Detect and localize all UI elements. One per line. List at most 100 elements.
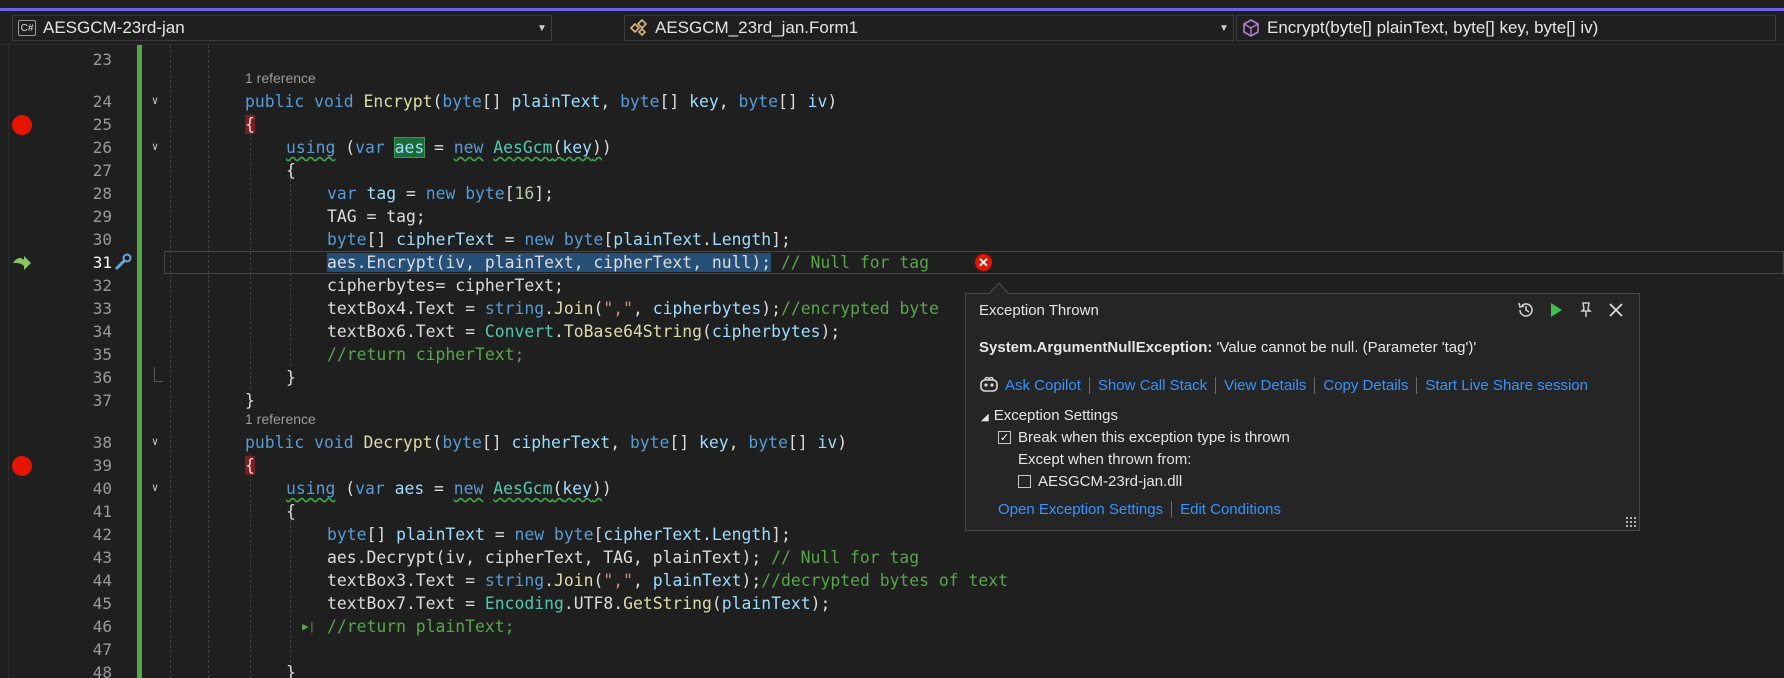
line-number: 43: [92, 548, 112, 567]
member-name: Encrypt(byte[] plainText, byte[] key, by…: [1267, 18, 1599, 37]
indent-guide: [290, 500, 291, 678]
code-line-45: textBox7.Text = Encoding.UTF8.GetString(…: [327, 594, 831, 613]
code-line-40: using (var aes = new AesGcm(key)): [286, 479, 612, 498]
show-call-stack-link[interactable]: Show Call Stack: [1088, 376, 1215, 394]
chevron-down-icon[interactable]: ▼: [533, 23, 551, 34]
project-dropdown[interactable]: C# AESGCM-23rd-jan ▼: [12, 15, 552, 41]
exception-settings-header[interactable]: ◢ Exception Settings: [981, 407, 1118, 424]
code-line-32: cipherbytes= cipherText;: [327, 276, 564, 295]
code-line-35: //return cipherText;: [327, 345, 525, 364]
collapse-chevron-icon[interactable]: ∨: [148, 481, 162, 495]
exception-type: System.ArgumentNullException:: [979, 339, 1213, 356]
line-number: 33: [92, 299, 112, 318]
class-name: AESGCM_23rd_jan.Form1: [655, 18, 859, 37]
dll-checkbox[interactable]: [1018, 475, 1031, 488]
live-share-link[interactable]: Start Live Share session: [1416, 376, 1596, 394]
line-number: 28: [92, 184, 112, 203]
break-on-thrown-row[interactable]: ✓ Break when this exception type is thro…: [998, 429, 1290, 446]
except-when-label: Except when thrown from:: [1018, 451, 1192, 468]
code-line-28: var tag = new byte[16];: [327, 184, 555, 203]
open-exception-settings-link[interactable]: Open Exception Settings: [998, 501, 1171, 518]
break-on-thrown-checkbox[interactable]: ✓: [998, 431, 1011, 444]
code-line-37: }: [245, 391, 255, 410]
csharp-project-icon: C#: [17, 19, 37, 37]
indent-guide: [208, 45, 209, 678]
dll-exception-row[interactable]: AESGCM-23rd-jan.dll: [1018, 473, 1182, 490]
current-statement-arrow-icon: [11, 254, 33, 276]
copilot-icon: [979, 376, 999, 394]
continue-icon[interactable]: [1545, 300, 1567, 320]
member-dropdown[interactable]: Encrypt(byte[] plainText, byte[] key, by…: [1236, 15, 1776, 41]
edit-and-continue-icon[interactable]: [112, 253, 134, 277]
popup-tail: [989, 284, 1009, 295]
code-line-48: }: [286, 663, 296, 678]
navigation-bar: C# AESGCM-23rd-jan ▼ AESGCM_23rd_jan.For…: [0, 12, 1784, 45]
line-number: 29: [92, 207, 112, 226]
code-line-41: {: [286, 502, 296, 521]
breakpoint-icon[interactable]: [12, 456, 32, 476]
code-line-26: using (var aes = new AesGcm(key)): [286, 137, 612, 158]
change-tracking-bar: [137, 45, 142, 678]
code-line-31: aes.Encrypt(iv, plainText, cipherText, n…: [327, 253, 929, 272]
line-number: 44: [92, 571, 112, 590]
codelens-reference[interactable]: 1 reference: [245, 70, 316, 86]
indent-guide: [170, 45, 171, 678]
expand-triangle-icon[interactable]: ◢: [981, 412, 989, 423]
accent-line: [0, 8, 1784, 11]
codelens-reference[interactable]: 1 reference: [245, 411, 316, 427]
code-line-36: }: [286, 368, 296, 387]
line-number: 42: [92, 525, 112, 544]
ask-copilot-link[interactable]: Ask Copilot: [1005, 377, 1089, 394]
title-strip: [0, 0, 1784, 12]
code-line-38: public void Decrypt(byte[] cipherText, b…: [245, 433, 848, 452]
resize-grip-icon[interactable]: [1625, 516, 1637, 528]
code-line-43: aes.Decrypt(iv, cipherText, TAG, plainTe…: [327, 548, 920, 567]
code-line-44: textBox3.Text = string.Join(",", plainTe…: [327, 571, 1008, 590]
method-icon: [1241, 19, 1261, 37]
line-number: 37: [92, 391, 112, 410]
class-icon: [629, 19, 649, 37]
collapse-chevron-icon[interactable]: ∨: [148, 94, 162, 108]
pin-icon[interactable]: [1575, 300, 1597, 320]
line-number: 24: [92, 92, 112, 111]
dll-label: AESGCM-23rd-jan.dll: [1038, 473, 1183, 490]
code-line-27: {: [286, 161, 296, 180]
line-number: 26: [92, 138, 112, 157]
history-icon[interactable]: [1515, 300, 1537, 320]
line-number: 48: [92, 663, 112, 678]
line-number: 27: [92, 161, 112, 180]
copy-details-link[interactable]: Copy Details: [1314, 376, 1416, 394]
indent-guide: [250, 454, 251, 678]
exception-title: Exception Thrown: [979, 302, 1099, 319]
code-line-34: textBox6.Text = Convert.ToBase64String(c…: [327, 322, 841, 341]
line-number: 39: [92, 456, 112, 475]
close-icon[interactable]: [1605, 300, 1627, 320]
collapse-chevron-icon[interactable]: ∨: [148, 140, 162, 154]
exception-toolbar: [1515, 300, 1627, 320]
line-number: 41: [92, 502, 112, 521]
code-line-25: {: [245, 115, 255, 134]
error-icon[interactable]: ✕: [975, 254, 992, 271]
edit-conditions-link[interactable]: Edit Conditions: [1171, 501, 1289, 518]
line-number: 38: [92, 433, 112, 452]
line-number-current: 31: [92, 253, 112, 272]
line-number: 47: [92, 640, 112, 659]
code-line-46: //return plainText;: [327, 617, 515, 636]
code-line-29: TAG = tag;: [327, 207, 426, 226]
exception-popup: Exception Thrown System.ArgumentNullExce…: [965, 282, 1640, 531]
line-number: 40: [92, 479, 112, 498]
document-tab-strip: [0, 0, 460, 8]
class-dropdown[interactable]: AESGCM_23rd_jan.Form1 ▼: [624, 15, 1234, 41]
collapse-chevron-icon[interactable]: ∨: [148, 435, 162, 449]
break-on-thrown-label: Break when this exception type is thrown: [1018, 429, 1290, 446]
line-number: 45: [92, 594, 112, 613]
project-name: AESGCM-23rd-jan: [43, 18, 185, 37]
code-line-39: {: [245, 456, 255, 475]
run-to-click-icon[interactable]: ▶|: [302, 620, 315, 633]
breakpoint-icon[interactable]: [12, 115, 32, 135]
exception-settings-label: Exception Settings: [993, 407, 1118, 424]
chevron-down-icon[interactable]: ▼: [1215, 23, 1233, 34]
line-number: 35: [92, 345, 112, 364]
view-details-link[interactable]: View Details: [1215, 376, 1314, 394]
code-line-33: textBox4.Text = string.Join(",", cipherb…: [327, 299, 939, 318]
